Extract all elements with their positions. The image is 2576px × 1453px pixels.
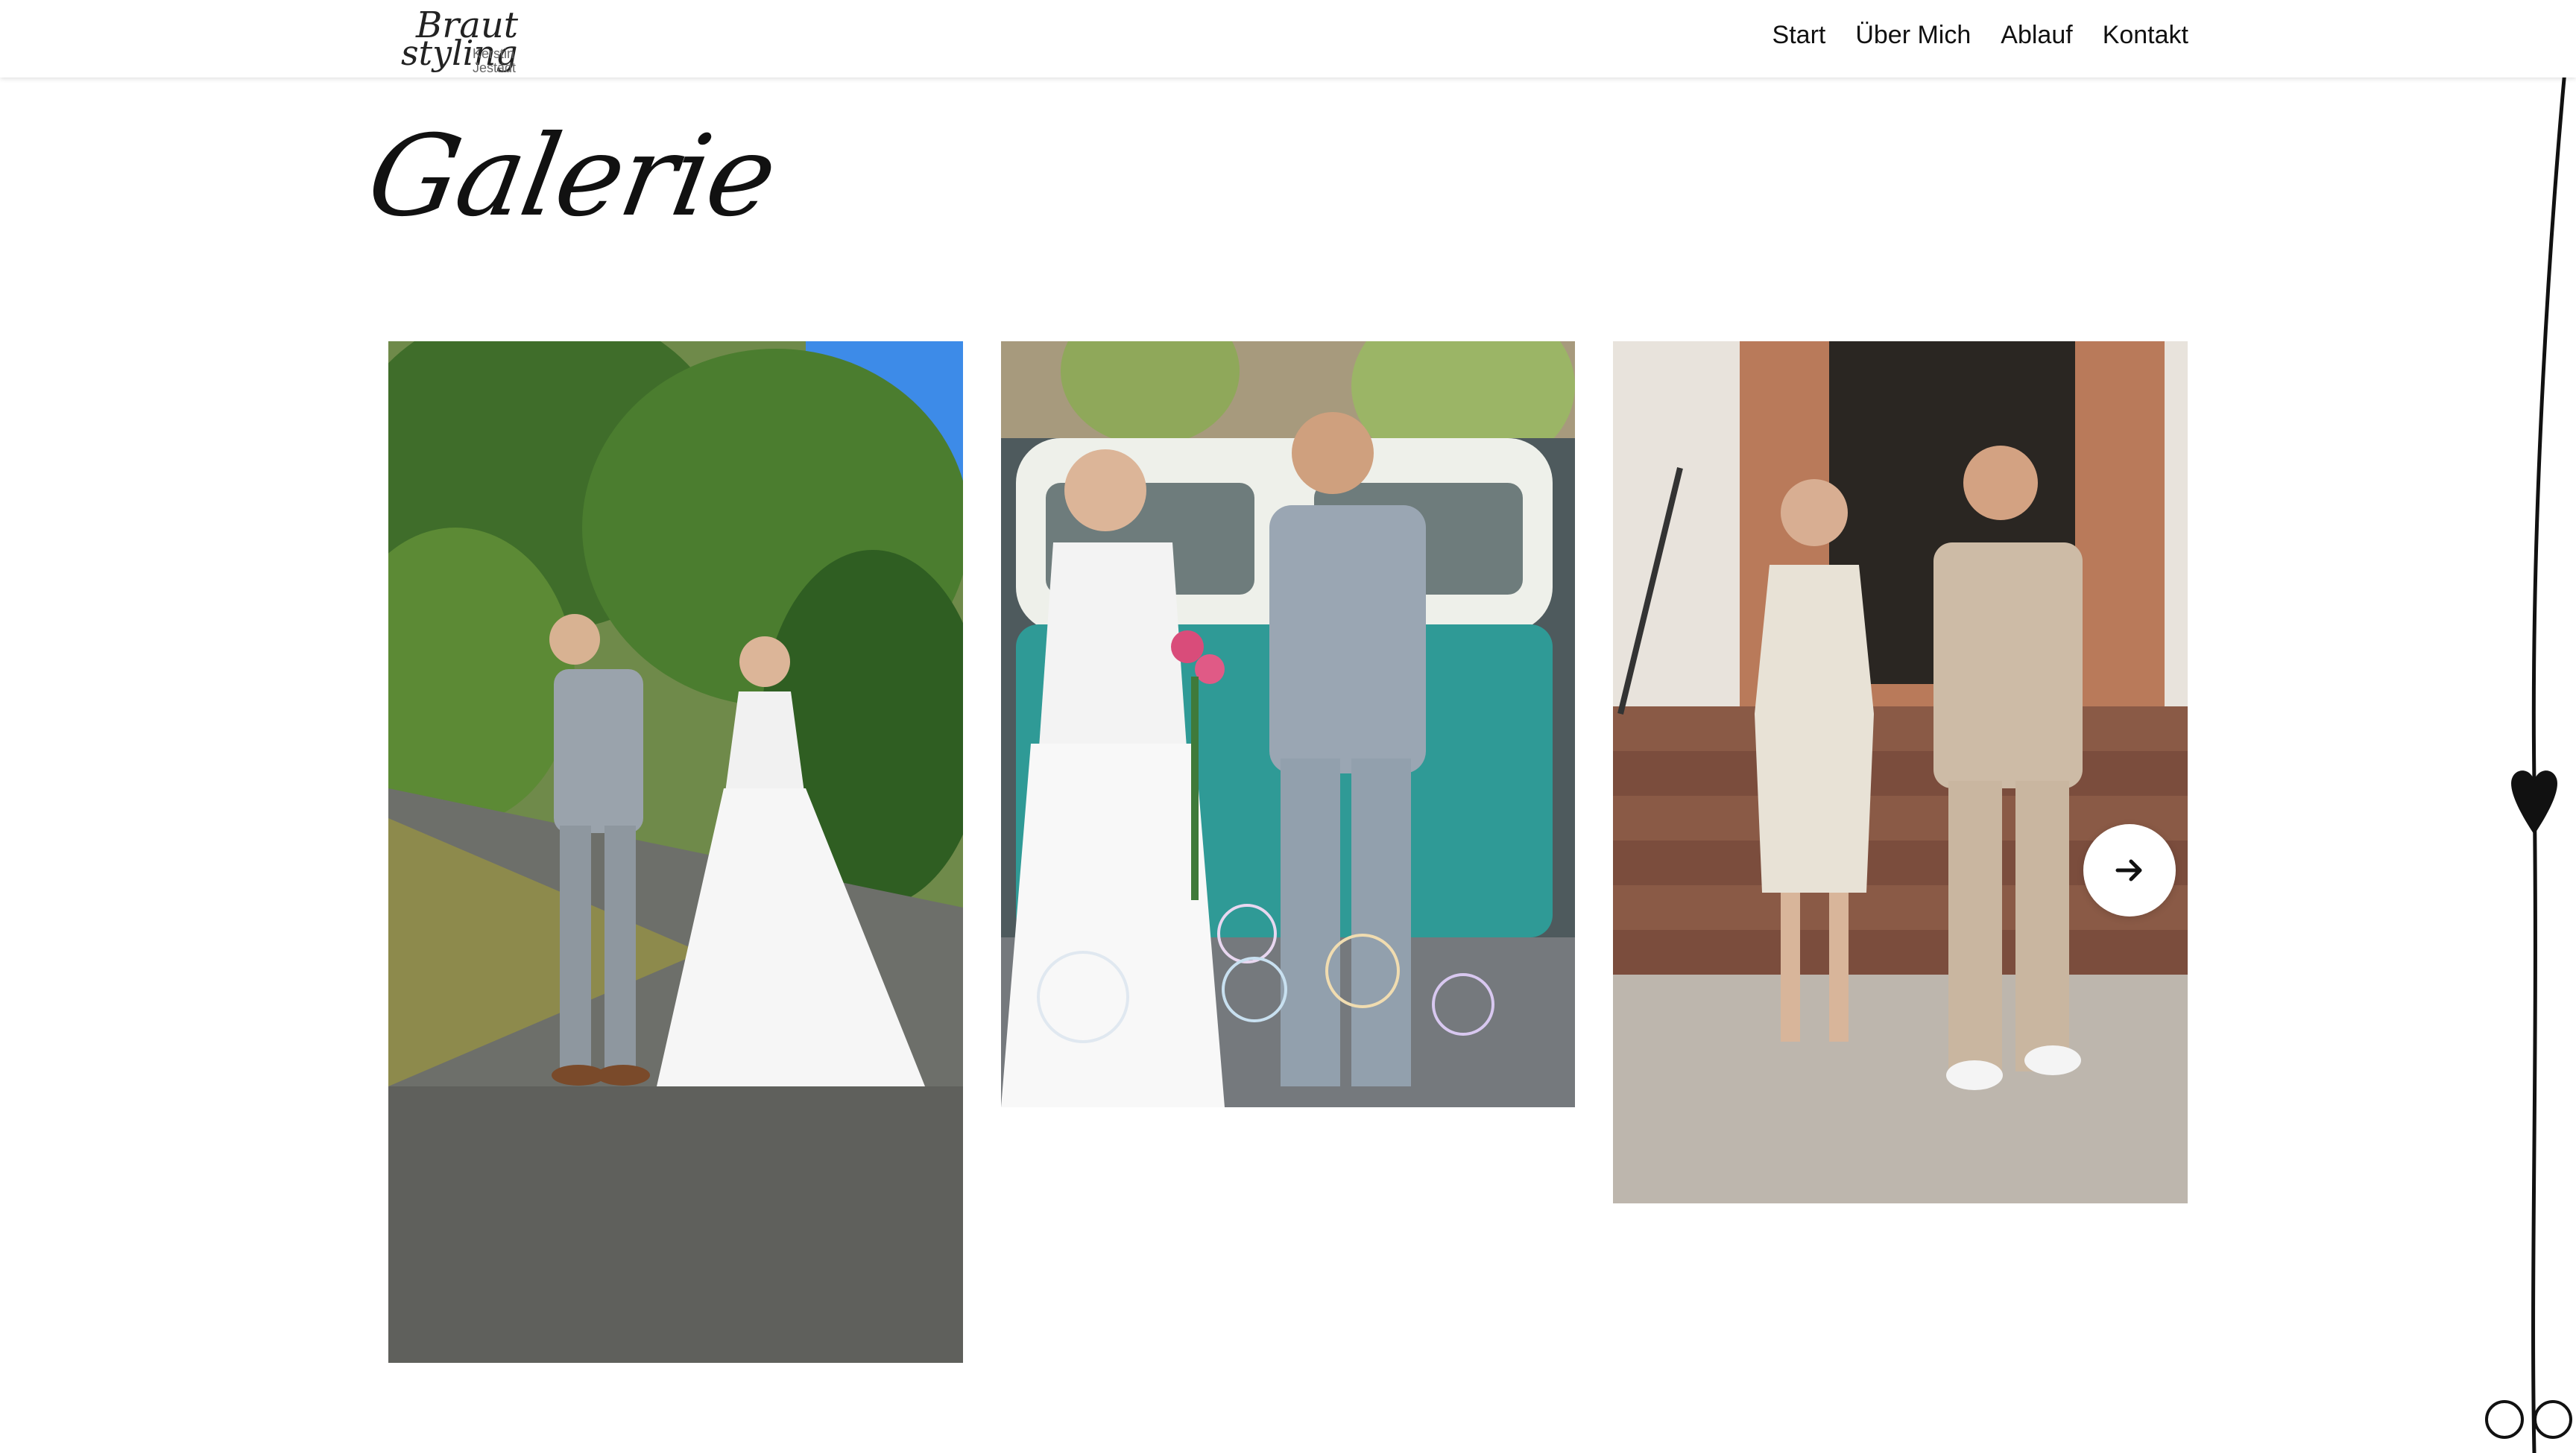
photo-couple-on-steps [1613, 341, 2188, 1203]
nav-item-ueber-mich[interactable]: Über Mich [1855, 21, 1971, 50]
nav-item-ablauf[interactable]: Ablauf [2001, 21, 2072, 50]
nav-item-start[interactable]: Start [1772, 21, 1826, 50]
photo-couple-with-vw-bus [1001, 341, 1575, 1107]
site-header: Braut styling Kerstin Jestädt Start Über… [0, 0, 2576, 77]
main-nav: Start Über Mich Ablauf Kontakt [1772, 21, 2188, 50]
gallery-next-button[interactable] [2083, 824, 2176, 917]
gallery-image-1[interactable] [388, 341, 963, 1363]
decorative-line-heart-icon [2485, 0, 2574, 1453]
logo-name-first: Kerstin [473, 46, 515, 61]
photo-couple-in-park [388, 341, 963, 1363]
page-title: Galerie [359, 112, 785, 241]
nav-item-kontakt[interactable]: Kontakt [2103, 21, 2188, 50]
gallery-image-3[interactable] [1613, 341, 2188, 1203]
arrow-right-icon [2115, 859, 2142, 881]
logo-name-last: Jestädt [473, 60, 517, 75]
brand-logo[interactable]: Braut styling Kerstin Jestädt [388, 4, 522, 75]
gallery-image-2[interactable] [1001, 341, 1575, 1107]
